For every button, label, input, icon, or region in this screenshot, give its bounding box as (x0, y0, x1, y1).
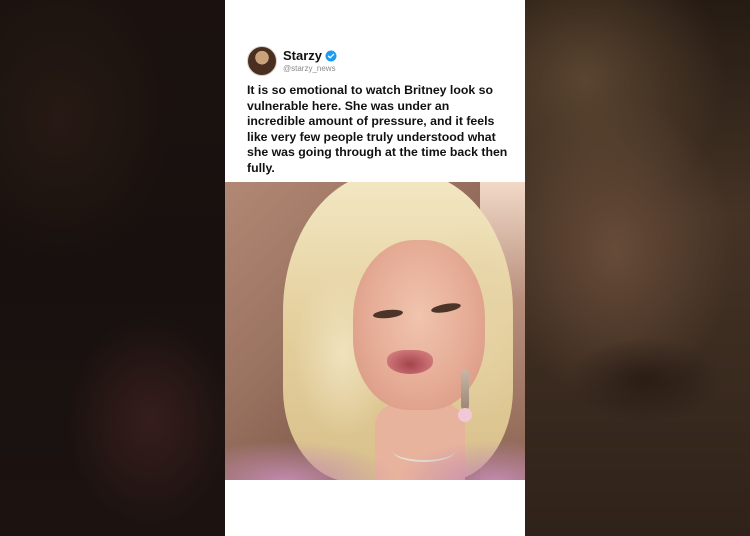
display-name[interactable]: Starzy (283, 49, 322, 62)
video-still[interactable] (225, 182, 525, 480)
tweet-text: It is so emotional to watch Britney look… (247, 83, 508, 175)
handle: @starzy_news (283, 64, 336, 73)
author-info: Starzy @starzy_news (283, 49, 337, 73)
blurred-backdrop-right (525, 0, 750, 536)
blurred-backdrop-left (0, 0, 225, 536)
tweet-card: Starzy @starzy_news It is so emotional t… (225, 0, 525, 536)
mouth (387, 350, 433, 374)
name-row: Starzy (283, 49, 337, 62)
verified-badge-icon (325, 50, 337, 61)
avatar[interactable] (247, 46, 277, 76)
tweet-header: Starzy @starzy_news (247, 45, 337, 77)
pink-top (225, 402, 525, 480)
